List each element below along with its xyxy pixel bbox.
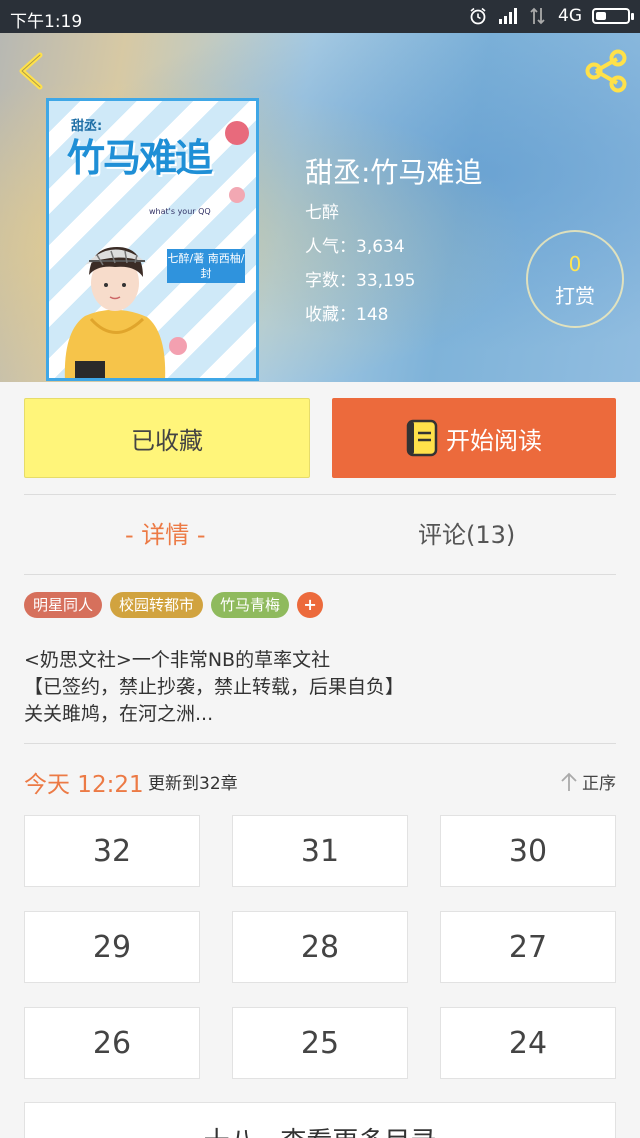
signal-icon — [499, 8, 517, 24]
chapter-button[interactable]: 27 — [440, 911, 616, 983]
status-bar: 下午1:19 4G — [0, 0, 640, 33]
tab-detail[interactable]: - 详情 - — [125, 515, 206, 550]
cover-title: 竹马难追 — [67, 135, 213, 180]
reward-count: 0 — [568, 252, 582, 276]
book-cover[interactable]: 甜丞: 竹马难追 what's your QQ 七醉/著 南西柚/封 — [46, 98, 259, 381]
divider — [24, 743, 616, 744]
share-icon[interactable] — [584, 49, 628, 93]
collected-label: 已收藏 — [131, 426, 203, 455]
chapter-button[interactable]: 25 — [232, 1007, 408, 1079]
sort-toggle[interactable]: 正序 — [560, 769, 616, 794]
word-count-stat: 字数：33,195 — [305, 271, 416, 291]
tag-item[interactable]: 明星同人 — [24, 592, 103, 618]
status-icons: 4G — [468, 6, 634, 26]
start-reading-label: 开始阅读 — [446, 426, 542, 455]
collected-button[interactable]: 已收藏 — [24, 398, 310, 478]
sort-label: 正序 — [582, 774, 616, 794]
data-transfer-icon — [530, 7, 545, 25]
description-line: 【已签约，禁止抄袭，禁止转载，后果自负】 — [24, 676, 405, 698]
popularity-stat: 人气：3,634 — [305, 237, 405, 257]
cover-flower — [229, 187, 245, 203]
alarm-icon — [470, 7, 486, 25]
book-header: 甜丞: 竹马难追 what's your QQ 七醉/著 南西柚/封 甜丞:竹马… — [0, 33, 640, 382]
cover-author-box: 七醉/著 南西柚/封 — [167, 249, 245, 283]
book-title: 甜丞:竹马难追 — [305, 156, 483, 189]
favorites-stat: 收藏：148 — [305, 305, 389, 325]
book-author[interactable]: 七醉 — [305, 198, 339, 223]
battery-icon — [592, 8, 634, 24]
cover-flower — [169, 337, 187, 355]
chapter-button[interactable]: 31 — [232, 815, 408, 887]
update-text: 更新到32章 — [148, 774, 238, 794]
chapter-button[interactable]: 30 — [440, 815, 616, 887]
reward-button[interactable]: 0 打赏 — [526, 230, 624, 328]
tag-item[interactable]: 校园转都市 — [110, 592, 204, 618]
status-time: 下午1:19 — [10, 12, 83, 32]
book-icon — [406, 419, 438, 457]
update-time: 今天 12:21 — [24, 772, 144, 798]
chapter-button[interactable]: 26 — [24, 1007, 200, 1079]
back-icon[interactable] — [14, 51, 50, 91]
network-type: 4G — [558, 6, 582, 26]
view-more-chapters-button[interactable]: 十八 · 查看更多目录 — [24, 1102, 616, 1138]
tab-comments[interactable]: 评论(13) — [418, 515, 515, 550]
divider — [24, 574, 616, 575]
chapter-button[interactable]: 29 — [24, 911, 200, 983]
cover-person-illustration — [64, 247, 166, 378]
divider — [24, 494, 616, 495]
description-line: 关关雎鸠，在河之洲... — [24, 703, 214, 725]
description-line: <奶思文社>一个非常NB的草率文社 — [24, 649, 331, 671]
cover-flower — [225, 121, 249, 145]
cover-small-text: what's your QQ — [149, 207, 211, 216]
chapter-button[interactable]: 28 — [232, 911, 408, 983]
chapter-button[interactable]: 32 — [24, 815, 200, 887]
start-reading-button[interactable]: 开始阅读 — [332, 398, 616, 478]
tag-item[interactable]: 竹马青梅 — [211, 592, 290, 618]
book-description[interactable]: <奶思文社>一个非常NB的草率文社 【已签约，禁止抄袭，禁止转载，后果自负】 关… — [24, 647, 404, 728]
tag-list: 明星同人 校园转都市 竹马青梅 + — [24, 592, 324, 618]
add-tag-button[interactable]: + — [297, 592, 324, 618]
chapter-button[interactable]: 24 — [440, 1007, 616, 1079]
reward-label: 打赏 — [555, 284, 595, 308]
arrow-up-icon — [561, 772, 577, 791]
